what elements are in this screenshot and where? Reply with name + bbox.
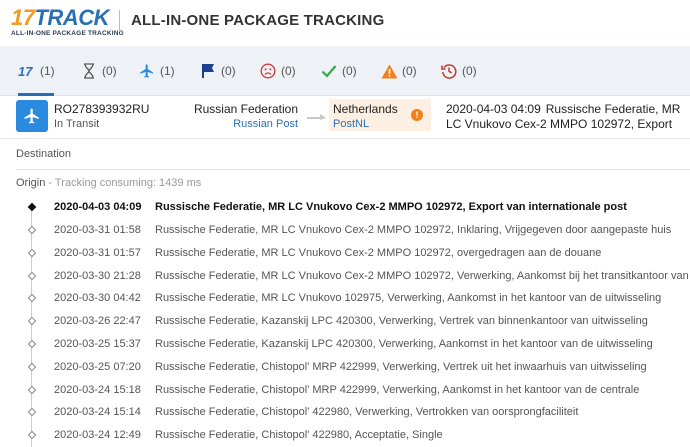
filter-in-transit[interactable]: (1) [138,46,175,96]
timeline-event: 2020-03-24 12:49 Russische Federatie, Ch… [0,425,690,447]
event-description: Russische Federatie, Chistopol' 422980, … [155,406,579,418]
event-marker [27,339,37,349]
latest-event: 2020-04-03 04:09 Russische Federatie, MR … [446,102,690,134]
tracking-time-note: - Tracking consuming: 1439 ms [48,177,202,189]
event-description: Russische Federatie, Chistopol' MRP 4229… [155,361,647,373]
event-description: Russische Federatie, MR LC Vnukovo Cex-2… [155,270,690,282]
event-marker [27,271,37,281]
app-header: 17TRACK ALL-IN-ONE PACKAGE TRACKING ALL-… [0,0,690,44]
timeline-event: 2020-03-31 01:57 Russische Federatie, MR… [0,243,690,265]
timeline-event: 2020-03-30 21:28 Russische Federatie, MR… [0,266,690,288]
filter-pending[interactable]: (0) [80,46,117,96]
17-icon: 17 [18,62,36,80]
event-time: 2020-04-03 04:09 [54,201,142,213]
transit-status-icon [16,100,48,132]
tracking-number[interactable]: RO278393932RU [54,102,149,116]
warning-icon [380,62,398,80]
timeline-event: 2020-03-24 15:14 Russische Federatie, Ch… [0,402,690,424]
status-filter-bar: 17 (1) (0) (1) (0) (0) (0) (0) (0) [0,46,690,96]
event-time: 2020-03-24 15:18 [54,384,141,396]
latest-event-time: 2020-04-03 04:09 [446,102,541,116]
destination-carrier-link[interactable]: PostNL [333,118,369,130]
timeline-event: 2020-03-24 15:18 Russische Federatie, Ch… [0,380,690,402]
plane-icon [24,108,39,124]
origin-carrier-link[interactable]: Russian Post [233,118,298,130]
alert-badge-icon[interactable]: ! [411,109,423,121]
event-description: Russische Federatie, Chistopol' 422980, … [155,429,443,441]
plane-icon [138,62,156,80]
destination-country: Netherlands [333,102,398,116]
origin-country: Russian Federation [193,102,298,116]
event-marker [27,385,37,395]
timeline-event: 2020-03-25 15:37 Russische Federatie, Ka… [0,334,690,356]
timeline-event: 2020-03-25 07:20 Russische Federatie, Ch… [0,357,690,379]
event-time: 2020-03-24 15:14 [54,406,141,418]
package-status: In Transit [54,118,100,130]
event-time: 2020-03-31 01:57 [54,247,141,259]
event-time: 2020-03-30 21:28 [54,270,141,282]
event-time: 2020-03-31 01:58 [54,224,141,236]
filter-undelivered[interactable]: (0) [259,46,296,96]
event-marker [27,407,37,417]
timeline-event: 2020-04-03 04:09 Russische Federatie, MR… [0,197,690,219]
logo-mark: 17TRACK [11,5,109,30]
event-marker [27,293,37,303]
timeline-event: 2020-03-26 22:47 Russische Federatie, Ka… [0,311,690,333]
destination-box: Netherlands PostNL ! [329,99,431,131]
timeline-event: 2020-03-30 04:42 Russische Federatie, MR… [0,288,690,310]
event-description: Russische Federatie, MR LC Vnukovo Cex-2… [155,247,602,259]
event-time: 2020-03-25 07:20 [54,361,141,373]
event-marker [27,362,37,372]
event-description: Russische Federatie, Kazanskij LPC 42030… [155,315,648,327]
event-time: 2020-03-30 04:42 [54,292,141,304]
filter-pickup[interactable]: (0) [199,46,236,96]
sad-face-icon [259,62,277,80]
divider [16,169,690,170]
logo-tagline: ALL-IN-ONE PACKAGE TRACKING [11,30,124,37]
flag-icon [199,62,217,80]
origin-header: Origin - Tracking consuming: 1439 ms [16,177,201,189]
event-description: Russische Federatie, MR LC Vnukovo Cex-2… [155,224,672,236]
history-icon [440,62,458,80]
event-description: Russische Federatie, MR LC Vnukovo 10297… [155,292,662,304]
event-marker [27,225,37,235]
event-marker [27,202,37,212]
svg-text:17: 17 [18,64,33,78]
hourglass-icon [80,62,98,80]
route-arrow-icon [307,114,326,120]
filter-delivered[interactable]: (0) [320,46,357,96]
destination-label: Destination [16,148,72,160]
17track-logo[interactable]: 17TRACK ALL-IN-ONE PACKAGE TRACKING [11,5,124,38]
check-icon [320,62,338,80]
event-description: Russische Federatie, Kazanskij LPC 42030… [155,338,653,350]
filter-all[interactable]: 17 (1) [18,46,55,96]
event-marker [27,248,37,258]
timeline-event: 2020-03-31 01:58 Russische Federatie, MR… [0,220,690,242]
event-marker [27,316,37,326]
event-time: 2020-03-26 22:47 [54,315,141,327]
header-divider [119,10,120,32]
page-title: ALL-IN-ONE PACKAGE TRACKING [131,12,385,29]
event-time: 2020-03-25 15:37 [54,338,141,350]
event-description: Russische Federatie, Chistopol' MRP 4229… [155,384,640,396]
event-marker [27,430,37,440]
filter-alert[interactable]: (0) [380,46,417,96]
origin-label: Origin [16,177,46,189]
filter-expired[interactable]: (0) [440,46,477,96]
event-description: Russische Federatie, MR LC Vnukovo Cex-2… [155,201,627,213]
package-summary-row[interactable]: RO278393932RU In Transit Russian Federat… [0,97,690,139]
event-time: 2020-03-24 12:49 [54,429,141,441]
